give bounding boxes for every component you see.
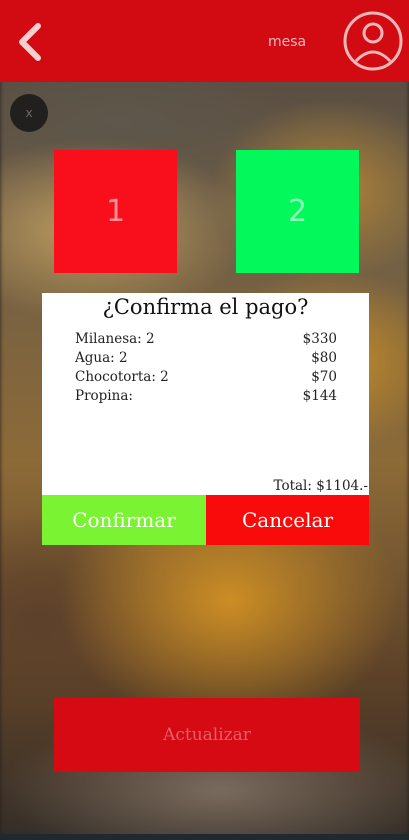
list-item: Propina: $144	[75, 387, 337, 406]
user-avatar-icon	[343, 11, 403, 71]
payment-confirm-dialog: ¿Confirma el pago? Milanesa: 2 $330 Agua…	[42, 293, 369, 545]
table-1-label: 1	[105, 194, 126, 229]
user-avatar-button[interactable]	[342, 5, 404, 77]
item-price: $70	[311, 369, 337, 385]
back-button[interactable]	[14, 18, 50, 66]
table-2-button[interactable]: 2	[236, 150, 359, 273]
list-item: Agua: 2 $80	[75, 349, 337, 368]
order-items-list: Milanesa: 2 $330 Agua: 2 $80 Chocotorta:…	[75, 330, 337, 406]
item-name: Agua: 2	[75, 350, 128, 366]
back-arrow-icon	[19, 23, 41, 61]
app-header: mesa	[0, 0, 409, 82]
close-icon: x	[25, 106, 33, 120]
item-name: Milanesa: 2	[75, 331, 155, 347]
item-price: $144	[302, 388, 337, 404]
close-button[interactable]: x	[10, 94, 48, 132]
list-item: Milanesa: 2 $330	[75, 330, 337, 349]
item-price: $330	[302, 331, 337, 347]
bottom-bar	[0, 834, 409, 840]
update-button[interactable]: Actualizar	[54, 698, 360, 772]
order-total: Total: $1104.-	[273, 478, 368, 494]
dialog-title: ¿Confirma el pago?	[102, 295, 309, 319]
item-price: $80	[311, 350, 337, 366]
confirm-button[interactable]: Confirmar	[42, 495, 206, 545]
cancel-button[interactable]: Cancelar	[206, 495, 369, 545]
table-2-label: 2	[287, 194, 308, 229]
list-item: Chocotorta: 2 $70	[75, 368, 337, 387]
item-name: Chocotorta: 2	[75, 369, 169, 385]
item-name: Propina:	[75, 388, 133, 404]
table-1-button[interactable]: 1	[54, 150, 177, 273]
header-label: mesa	[268, 34, 307, 50]
